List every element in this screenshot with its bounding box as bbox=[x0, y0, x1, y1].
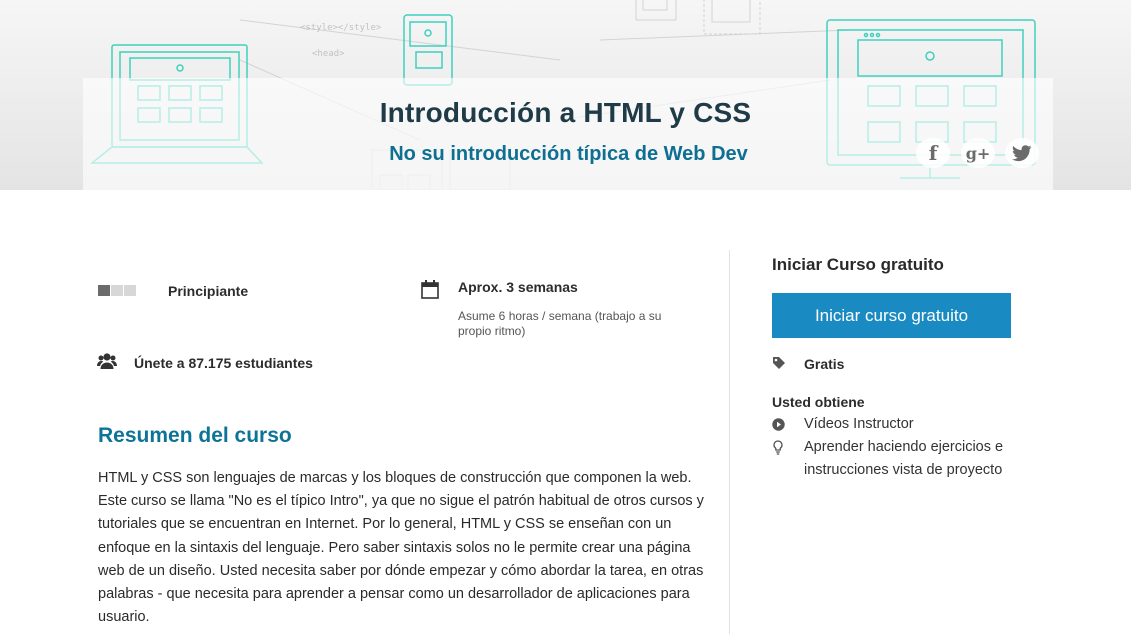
course-hero-banner: <style></style> <head> Introducción a HT… bbox=[0, 0, 1131, 190]
facebook-share-button[interactable]: f bbox=[916, 138, 950, 168]
feature-videos: Vídeos Instructor bbox=[804, 416, 914, 432]
code-label-style: <style></style> bbox=[300, 23, 382, 33]
course-duration: Aprox. 3 semanas bbox=[458, 279, 578, 295]
you-get-heading: Usted obtiene bbox=[772, 394, 865, 410]
facebook-icon: f bbox=[928, 141, 938, 165]
users-icon bbox=[97, 353, 117, 369]
enroll-heading: Iniciar Curso gratuito bbox=[772, 255, 944, 274]
price-tag-icon bbox=[773, 357, 785, 369]
twitter-icon bbox=[1012, 144, 1032, 161]
hero-title-panel bbox=[83, 78, 1053, 190]
calendar-icon bbox=[421, 280, 439, 299]
student-count: Únete a 87.175 estudiantes bbox=[134, 355, 313, 371]
summary-text: HTML y CSS son lenguajes de marcas y los… bbox=[98, 470, 704, 626]
code-label-head: <head> bbox=[312, 49, 345, 59]
twitter-share-button[interactable] bbox=[1005, 138, 1039, 168]
course-title: Introducción a HTML y CSS bbox=[379, 97, 752, 128]
difficulty-level-icon bbox=[98, 285, 136, 296]
google-plus-share-button[interactable]: g+ bbox=[961, 138, 995, 168]
feature-exercises: Aprender haciendo ejercicios e instrucci… bbox=[804, 439, 1004, 479]
play-icon bbox=[772, 418, 785, 431]
column-divider bbox=[729, 250, 730, 634]
difficulty-level: Principiante bbox=[168, 283, 249, 299]
start-free-course-button[interactable]: Iniciar curso gratuito bbox=[772, 293, 1011, 338]
lightbulb-icon bbox=[773, 440, 783, 455]
google-plus-icon: g+ bbox=[965, 143, 991, 163]
course-price: Gratis bbox=[804, 356, 845, 372]
duration-note: Asume 6 horas / semana (trabajo a su pro… bbox=[458, 309, 662, 338]
summary-heading: Resumen del curso bbox=[98, 424, 292, 447]
